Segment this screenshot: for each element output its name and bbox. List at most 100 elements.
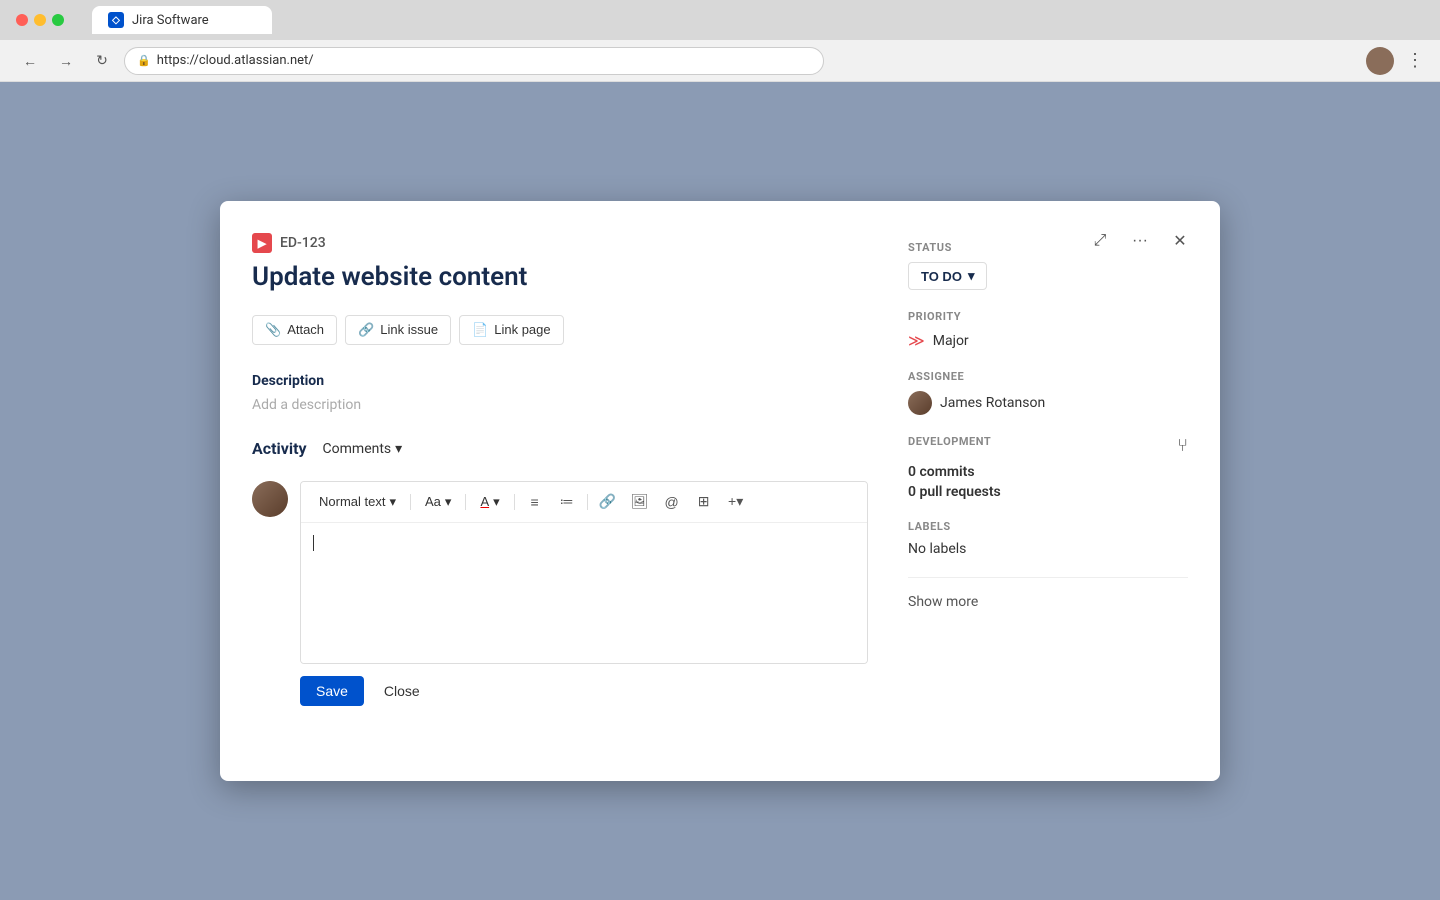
show-more-button[interactable]: Show more bbox=[908, 594, 1188, 610]
page-icon: 📄 bbox=[472, 322, 488, 338]
font-color-label: A bbox=[480, 494, 489, 509]
address-bar[interactable]: 🔒 https://cloud.atlassian.net/ bbox=[124, 47, 824, 75]
close-traffic-light[interactable] bbox=[16, 14, 28, 26]
priority-section: PRIORITY ≫ Major bbox=[908, 310, 1188, 350]
avatar-image bbox=[252, 481, 288, 517]
link-button[interactable]: 🔗 bbox=[594, 488, 622, 516]
status-value: TO DO bbox=[921, 269, 962, 284]
save-button[interactable]: Save bbox=[300, 676, 364, 706]
traffic-lights bbox=[16, 14, 64, 26]
right-divider bbox=[908, 577, 1188, 578]
assignee-section: ASSIGNEE James Rotanson bbox=[908, 370, 1188, 415]
development-section-label: DEVELOPMENT bbox=[908, 435, 991, 448]
paperclip-icon: 📎 bbox=[265, 322, 281, 338]
font-size-label: Aa bbox=[425, 494, 441, 509]
modal-right-panel: STATUS TO DO ▾ PRIORITY ≫ Major ASSIGNEE… bbox=[908, 233, 1188, 749]
modal-header-icons: ⤢ ··· ✕ bbox=[1084, 225, 1196, 257]
activity-row: Activity Comments ▾ bbox=[252, 437, 868, 461]
issue-type-icon: ▶ bbox=[252, 233, 272, 253]
assignee-row[interactable]: James Rotanson bbox=[908, 391, 1188, 415]
table-icon: ⊞ bbox=[698, 493, 710, 510]
image-icon: 🖼 bbox=[631, 493, 649, 510]
editor-body[interactable] bbox=[301, 523, 867, 663]
priority-section-label: PRIORITY bbox=[908, 310, 1188, 323]
pull-requests-stat: 0 pull requests bbox=[908, 484, 1188, 500]
browser-toolbar: ← → ↻ 🔒 https://cloud.atlassian.net/ ⋮ bbox=[0, 40, 1440, 82]
toolbar-separator-4 bbox=[587, 494, 588, 510]
image-button[interactable]: 🖼 bbox=[626, 488, 654, 516]
modal-left-panel: ▶ ED-123 Update website content 📎 Attach… bbox=[252, 233, 908, 749]
attach-label: Attach bbox=[287, 322, 324, 337]
share-icon: ⤢ bbox=[1094, 232, 1107, 250]
comments-dropdown[interactable]: Comments ▾ bbox=[315, 437, 411, 461]
link-page-label: Link page bbox=[494, 322, 550, 337]
ordered-list-icon: ≔ bbox=[560, 493, 574, 510]
comment-actions: Save Close bbox=[252, 676, 868, 706]
priority-row: ≫ Major bbox=[908, 331, 1188, 350]
table-button[interactable]: ⊞ bbox=[690, 488, 718, 516]
minimize-traffic-light[interactable] bbox=[34, 14, 46, 26]
chevron-down-icon: ▾ bbox=[395, 441, 402, 457]
editor-toolbar: Normal text ▾ Aa ▾ A ▾ bbox=[301, 482, 867, 523]
back-button[interactable]: ← bbox=[16, 47, 44, 75]
activity-label: Activity bbox=[252, 439, 307, 458]
description-label: Description bbox=[252, 373, 868, 389]
comment-editor: Normal text ▾ Aa ▾ A ▾ bbox=[300, 481, 868, 664]
more-toolbar-button[interactable]: +▾ bbox=[722, 488, 750, 516]
browser-menu-icon[interactable]: ⋮ bbox=[1406, 50, 1424, 71]
pull-requests-count: 0 bbox=[908, 484, 916, 500]
mention-button[interactable]: @ bbox=[658, 488, 686, 516]
browser-profile-avatar[interactable] bbox=[1366, 47, 1394, 75]
assignee-name: James Rotanson bbox=[940, 395, 1045, 411]
toolbar-separator-1 bbox=[410, 494, 411, 510]
text-style-dropdown[interactable]: Normal text ▾ bbox=[311, 491, 404, 513]
user-avatar bbox=[252, 481, 288, 517]
issue-title[interactable]: Update website content bbox=[252, 261, 868, 295]
text-style-label: Normal text bbox=[319, 494, 385, 509]
priority-value: Major bbox=[933, 333, 969, 349]
labels-section-label: LABELS bbox=[908, 520, 1188, 533]
issue-modal: ⤢ ··· ✕ ▶ ED-123 Update website content … bbox=[220, 201, 1220, 781]
page-background: ⤢ ··· ✕ ▶ ED-123 Update website content … bbox=[0, 82, 1440, 900]
more-icon: ··· bbox=[1132, 232, 1148, 250]
description-placeholder[interactable]: Add a description bbox=[252, 397, 868, 413]
labels-section: LABELS No labels bbox=[908, 520, 1188, 557]
text-cursor bbox=[313, 535, 314, 551]
priority-icon: ≫ bbox=[908, 331, 925, 350]
branch-icon[interactable]: ⑂ bbox=[1177, 435, 1188, 456]
assignee-avatar bbox=[908, 391, 932, 415]
action-buttons: 📎 Attach 🔗 Link issue 📄 Link page bbox=[252, 315, 868, 345]
link-issue-button[interactable]: 🔗 Link issue bbox=[345, 315, 451, 345]
at-icon: @ bbox=[665, 494, 679, 510]
refresh-button[interactable]: ↻ bbox=[88, 47, 116, 75]
font-color-dropdown[interactable]: A ▾ bbox=[472, 491, 507, 513]
bullet-list-button[interactable]: ≡ bbox=[521, 488, 549, 516]
development-header-row: DEVELOPMENT ⑂ bbox=[908, 435, 1188, 456]
more-options-button[interactable]: ··· bbox=[1124, 225, 1156, 257]
font-size-dropdown[interactable]: Aa ▾ bbox=[417, 491, 459, 513]
link-issue-label: Link issue bbox=[380, 322, 438, 337]
attach-button[interactable]: 📎 Attach bbox=[252, 315, 337, 345]
browser-chrome: ◇ Jira Software ← → ↻ 🔒 https://cloud.at… bbox=[0, 0, 1440, 82]
assignee-section-label: ASSIGNEE bbox=[908, 370, 1188, 383]
issue-id: ED-123 bbox=[280, 235, 326, 251]
toolbar-separator-3 bbox=[514, 494, 515, 510]
status-chevron-icon: ▾ bbox=[968, 268, 975, 284]
close-button[interactable]: ✕ bbox=[1164, 225, 1196, 257]
forward-button[interactable]: → bbox=[52, 47, 80, 75]
plus-icon: +▾ bbox=[728, 493, 743, 510]
browser-tab[interactable]: ◇ Jira Software bbox=[92, 6, 272, 34]
maximize-traffic-light[interactable] bbox=[52, 14, 64, 26]
url-text: https://cloud.atlassian.net/ bbox=[157, 53, 314, 68]
close-icon: ✕ bbox=[1173, 231, 1186, 251]
status-dropdown[interactable]: TO DO ▾ bbox=[908, 262, 987, 290]
commits-stat: 0 commits bbox=[908, 464, 1188, 480]
share-button[interactable]: ⤢ bbox=[1084, 225, 1116, 257]
close-editor-button[interactable]: Close bbox=[372, 676, 432, 706]
ordered-list-button[interactable]: ≔ bbox=[553, 488, 581, 516]
jira-favicon-icon: ◇ bbox=[108, 12, 124, 28]
link-page-button[interactable]: 📄 Link page bbox=[459, 315, 564, 345]
bullet-list-icon: ≡ bbox=[531, 494, 539, 510]
commits-count: 0 bbox=[908, 464, 916, 480]
font-size-chevron-icon: ▾ bbox=[445, 494, 452, 510]
